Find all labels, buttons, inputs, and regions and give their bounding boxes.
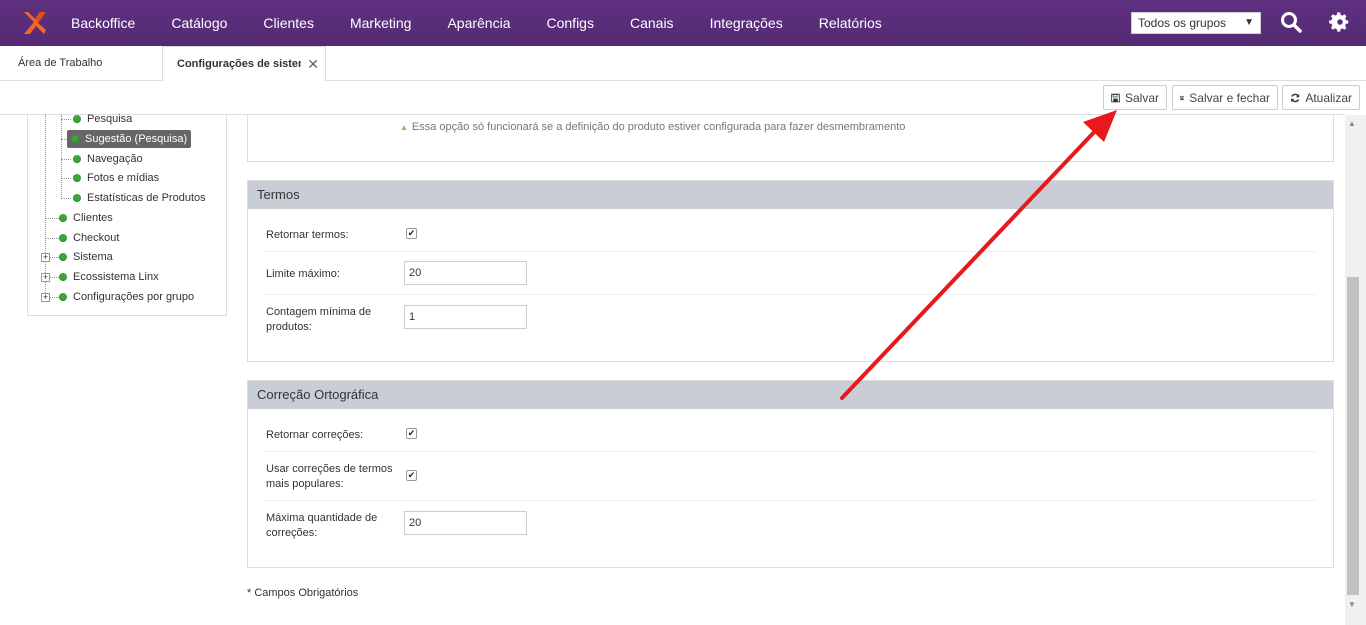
scrollbar-thumb[interactable]: [1347, 277, 1359, 595]
tab-label: Configurações de sistema: [177, 58, 301, 70]
status-dot-icon: [73, 194, 81, 202]
retornar-correcoes-label: Retornar correções:: [266, 429, 364, 441]
status-dot-icon: [73, 174, 81, 182]
form-row: Usar correções de termos mais populares:…: [266, 452, 1316, 501]
nav-catalogo[interactable]: Catálogo: [153, 0, 245, 46]
tab-area-de-trabalho[interactable]: Área de Trabalho: [18, 46, 102, 81]
status-dot-icon: [59, 234, 67, 242]
status-dot-icon: [71, 135, 79, 143]
tree-item-clientes[interactable]: Clientes: [59, 209, 113, 227]
tree-item-sistema[interactable]: Sistema: [59, 248, 113, 266]
termos-panel: Termos Retornar termos: ✔ Limite máximo:…: [247, 180, 1334, 362]
correcao-header: Correção Ortográfica: [248, 381, 1333, 409]
form-row: Limite máximo:: [266, 252, 1316, 295]
status-dot-icon: [59, 273, 67, 281]
tree-item-config-grupo[interactable]: Configurações por grupo: [59, 288, 194, 306]
retornar-termos-checkbox[interactable]: ✔: [406, 228, 417, 239]
tree-item-checkout[interactable]: Checkout: [59, 229, 119, 247]
nav-aparencia[interactable]: Aparência: [429, 0, 528, 46]
save-button[interactable]: Salvar: [1103, 85, 1167, 110]
retornar-correcoes-checkbox[interactable]: ✔: [406, 428, 417, 439]
usar-correcoes-checkbox[interactable]: ✔: [406, 470, 417, 481]
scroll-down-icon[interactable]: ▼: [1348, 600, 1356, 609]
floppy-icon: [1111, 93, 1120, 102]
refresh-icon: [1291, 93, 1300, 102]
form-row: Contagem mínima de produtos:: [266, 295, 1316, 345]
correcao-panel: Correção Ortográfica Retornar correções:…: [247, 380, 1334, 568]
usar-correcoes-label: Usar correções de termos mais populares:: [266, 463, 393, 490]
previous-section-panel: ▲ Essa opção só funcionará se a definição…: [247, 115, 1334, 162]
scroll-up-icon[interactable]: ▲: [1348, 119, 1356, 128]
linx-logo[interactable]: [22, 10, 48, 36]
gear-icon[interactable]: [1329, 11, 1353, 35]
top-navbar: Backoffice Catálogo Clientes Marketing A…: [0, 0, 1366, 46]
save-label: Salvar: [1124, 90, 1159, 105]
tree-item-sugestao[interactable]: Sugestão (Pesquisa): [67, 130, 192, 148]
form-row: Retornar correções: ✔: [266, 409, 1316, 452]
group-select[interactable]: Todos os grupos ▼: [1131, 12, 1261, 34]
tree-item-navegacao[interactable]: Navegação: [73, 150, 143, 168]
termos-header: Termos: [248, 181, 1333, 209]
tab-bar: Área de Trabalho Configurações de sistem…: [0, 46, 1366, 82]
main-nav: Backoffice Catálogo Clientes Marketing A…: [71, 0, 900, 46]
nav-configs[interactable]: Configs: [529, 0, 612, 46]
status-dot-icon: [59, 293, 67, 301]
expand-icon[interactable]: +: [41, 253, 50, 262]
nav-clientes[interactable]: Clientes: [245, 0, 332, 46]
status-dot-icon: [59, 253, 67, 261]
limite-maximo-input[interactable]: [404, 261, 527, 285]
maxima-quantidade-input[interactable]: [404, 511, 527, 535]
refresh-label: Atualizar: [1305, 90, 1352, 105]
retornar-termos-label: Retornar termos:: [266, 229, 349, 241]
settings-tree: + + + Pesquisa Sugestão (Pesquisa) Naveg…: [27, 113, 227, 316]
form-row: Máxima quantidade de correções:: [266, 501, 1316, 551]
status-dot-icon: [59, 214, 67, 222]
floppy-icon: [1180, 95, 1185, 100]
expand-icon[interactable]: +: [41, 273, 50, 282]
nav-integracoes[interactable]: Integrações: [692, 0, 801, 46]
required-fields-note: * Campos Obrigatórios: [247, 587, 359, 599]
tree-item-estatisticas[interactable]: Estatísticas de Produtos: [73, 189, 206, 207]
close-icon[interactable]: ✕: [307, 47, 319, 81]
nav-marketing[interactable]: Marketing: [332, 0, 429, 46]
contagem-minima-label: Contagem mínima de produtos:: [266, 306, 372, 333]
hint-text: ▲ Essa opção só funcionará se a definição…: [400, 121, 906, 133]
limite-maximo-label: Limite máximo:: [266, 268, 340, 280]
save-and-close-label: Salvar e fechar: [1189, 90, 1270, 105]
nav-relatorios[interactable]: Relatórios: [801, 0, 900, 46]
nav-canais[interactable]: Canais: [612, 0, 692, 46]
tree-item-ecossistema[interactable]: Ecossistema Linx: [59, 268, 159, 286]
nav-backoffice[interactable]: Backoffice: [71, 0, 153, 46]
contagem-minima-input[interactable]: [404, 305, 527, 329]
form-row: Retornar termos: ✔: [266, 209, 1316, 252]
triangle-up-icon: ▲: [400, 123, 408, 132]
tree-item-pesquisa[interactable]: Pesquisa: [73, 110, 132, 128]
expand-icon[interactable]: +: [41, 293, 50, 302]
save-and-close-button[interactable]: Salvar e fechar: [1172, 85, 1278, 110]
status-dot-icon: [73, 115, 81, 123]
status-dot-icon: [73, 155, 81, 163]
refresh-button[interactable]: Atualizar: [1282, 85, 1360, 110]
tab-configuracoes-de-sistema[interactable]: Configurações de sistema ✕: [162, 46, 326, 82]
tree-item-fotos[interactable]: Fotos e mídias: [73, 169, 159, 187]
group-select-value: Todos os grupos: [1138, 16, 1227, 30]
search-icon[interactable]: [1280, 11, 1304, 35]
maxima-quantidade-label: Máxima quantidade de correções:: [266, 512, 378, 539]
chevron-down-icon: ▼: [1244, 17, 1254, 28]
